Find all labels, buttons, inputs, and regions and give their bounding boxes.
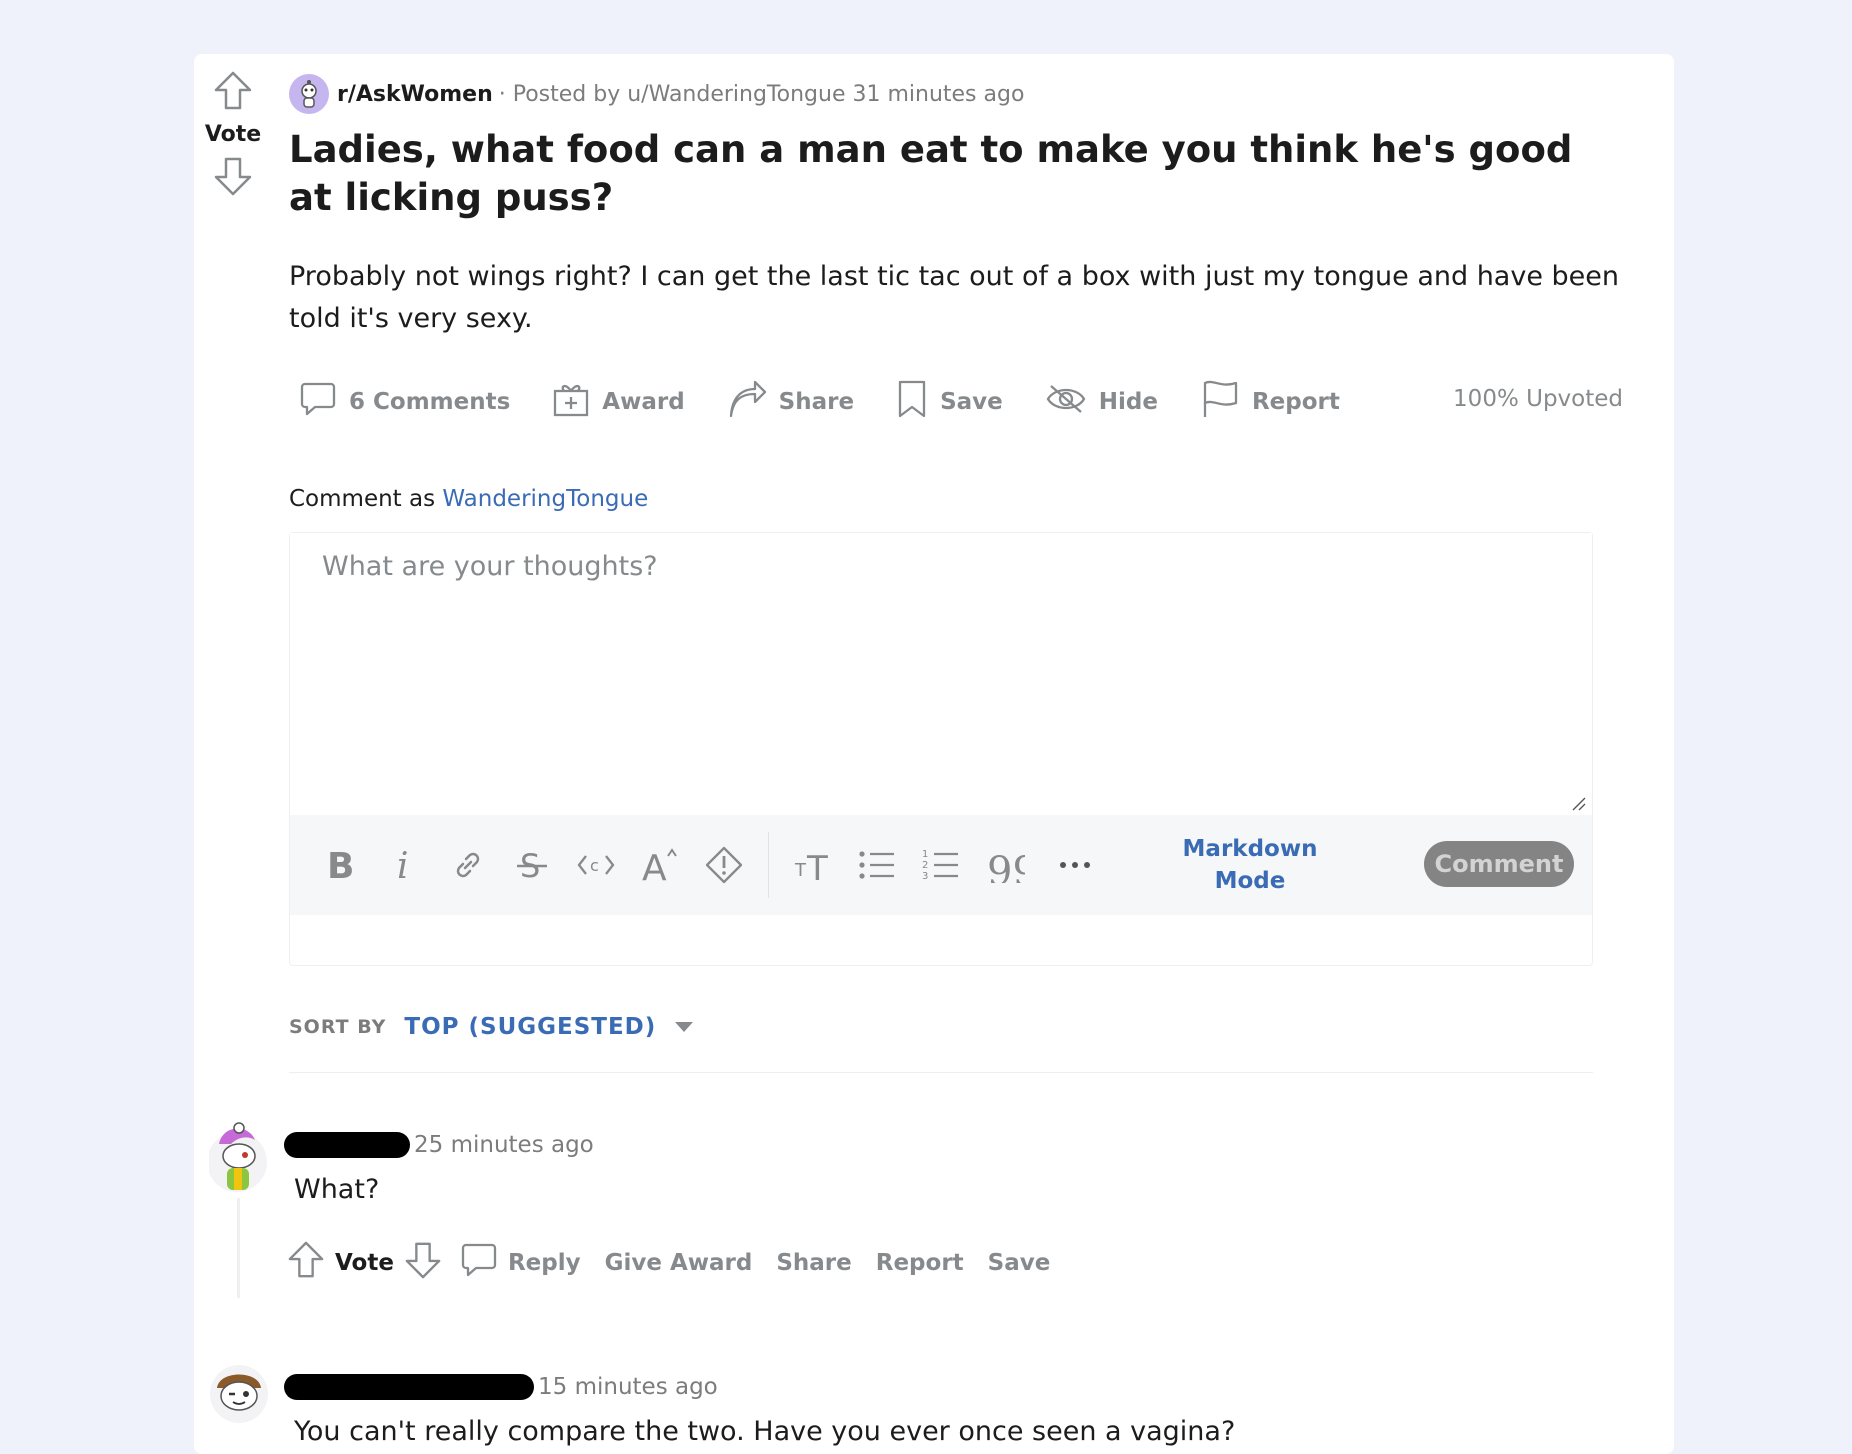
redacted-username bbox=[284, 1132, 410, 1158]
sort-label: SORT BY bbox=[289, 1016, 387, 1038]
bookmark-icon bbox=[896, 379, 940, 425]
spoiler-icon[interactable] bbox=[692, 833, 756, 897]
bulleted-list-icon[interactable] bbox=[845, 833, 909, 897]
downvote-icon[interactable] bbox=[404, 1240, 442, 1286]
editor-toolbar: B i S c A T T 1 2 3 9 Markdown Mode Comm… bbox=[290, 815, 1592, 915]
post-body: Probably not wings right? I can get the … bbox=[289, 261, 1620, 334]
italic-icon[interactable]: i bbox=[372, 833, 436, 897]
share-label: Share bbox=[778, 389, 855, 415]
quote-icon[interactable]: 99 bbox=[973, 833, 1037, 897]
svg-text:1: 1 bbox=[922, 849, 928, 860]
comment-icon[interactable] bbox=[460, 1241, 498, 1285]
vote-count: Vote bbox=[204, 122, 262, 147]
subreddit-link[interactable]: r/AskWomen bbox=[337, 82, 493, 107]
hide-label: Hide bbox=[1098, 389, 1158, 415]
upvote-icon[interactable] bbox=[287, 1240, 325, 1286]
share-button[interactable]: Share bbox=[717, 376, 864, 428]
strikethrough-icon[interactable]: S bbox=[500, 833, 564, 897]
svg-text:c: c bbox=[590, 856, 599, 875]
comment-save-button[interactable]: Save bbox=[988, 1250, 1051, 1276]
superscript-icon[interactable]: A bbox=[628, 833, 692, 897]
comments-label: 6 Comments bbox=[349, 389, 511, 415]
comment-share-button[interactable]: Share bbox=[776, 1250, 851, 1276]
comment-textarea[interactable] bbox=[290, 533, 1592, 813]
more-options-icon[interactable] bbox=[1043, 833, 1107, 897]
gift-icon bbox=[552, 380, 602, 424]
caret-down-icon[interactable] bbox=[674, 1018, 694, 1037]
heading-icon[interactable]: TT bbox=[781, 833, 845, 897]
svg-text:B: B bbox=[327, 848, 354, 882]
save-label: Save bbox=[940, 389, 1003, 415]
comment-submit-button[interactable]: Comment bbox=[1424, 841, 1574, 887]
comment-as-username[interactable]: WanderingTongue bbox=[442, 486, 648, 512]
markdown-mode-line1: Markdown bbox=[1182, 836, 1318, 862]
comment-vote-count: Vote bbox=[335, 1250, 394, 1276]
save-button[interactable]: Save bbox=[886, 376, 1013, 428]
link-icon[interactable] bbox=[436, 833, 500, 897]
comment-time: 15 minutes ago bbox=[538, 1374, 718, 1400]
comment-time: 25 minutes ago bbox=[414, 1132, 594, 1158]
comment-text: You can't really compare the two. Have y… bbox=[294, 1416, 1236, 1447]
award-button[interactable]: Award bbox=[542, 376, 694, 428]
comment-header: 25 minutes ago bbox=[284, 1128, 594, 1162]
svg-text:T: T bbox=[806, 849, 828, 884]
share-arrow-icon bbox=[727, 380, 779, 424]
svg-text:2: 2 bbox=[922, 860, 928, 871]
numbered-list-icon[interactable]: 123 bbox=[909, 833, 973, 897]
upvote-ratio: 100% Upvoted bbox=[1453, 386, 1623, 412]
toolbar-divider bbox=[768, 832, 769, 898]
comment-editor: B i S c A bbox=[289, 532, 1593, 966]
post-actions: 6 Comments Award Share Save Hide Report … bbox=[289, 372, 1649, 432]
post-title: Ladies, what food can a man eat to make … bbox=[289, 128, 1573, 219]
sort-control[interactable]: SORT BY TOP (SUGGESTED) bbox=[289, 1014, 694, 1040]
subreddit-avatar-icon[interactable] bbox=[289, 74, 329, 114]
comment-avatar[interactable] bbox=[207, 1122, 269, 1192]
thread-line[interactable] bbox=[237, 1198, 240, 1298]
comment-text: What? bbox=[294, 1174, 380, 1205]
comment-report-button[interactable]: Report bbox=[876, 1250, 964, 1276]
redacted-username bbox=[284, 1374, 534, 1400]
svg-text:A: A bbox=[642, 848, 667, 884]
downvote-icon[interactable] bbox=[213, 155, 253, 201]
comment-avatar[interactable] bbox=[209, 1364, 269, 1424]
posted-by: · Posted by u/WanderingTongue 31 minutes… bbox=[498, 81, 1025, 107]
report-button[interactable]: Report bbox=[1190, 376, 1350, 428]
reply-button[interactable]: Reply bbox=[508, 1250, 581, 1276]
comment-icon bbox=[299, 380, 349, 424]
flag-icon bbox=[1200, 379, 1252, 425]
hide-button[interactable]: Hide bbox=[1035, 376, 1168, 428]
resize-handle-icon[interactable] bbox=[1570, 795, 1586, 811]
upvote-icon[interactable] bbox=[213, 70, 253, 116]
comment-header: 15 minutes ago bbox=[284, 1370, 718, 1404]
post-card: Vote r/AskWomen · Posted by u/WanderingT… bbox=[194, 54, 1674, 1454]
inline-code-icon[interactable]: c bbox=[564, 833, 628, 897]
svg-text:T: T bbox=[794, 860, 807, 881]
vote-column: Vote bbox=[194, 70, 272, 201]
comment-as-label: Comment as bbox=[289, 486, 436, 512]
sort-divider bbox=[289, 1072, 1593, 1073]
give-award-button[interactable]: Give Award bbox=[605, 1250, 753, 1276]
eye-slash-icon bbox=[1045, 382, 1099, 422]
markdown-mode-line2: Mode bbox=[1214, 868, 1286, 894]
comment-as: Comment as WanderingTongue bbox=[289, 486, 648, 512]
svg-text:3: 3 bbox=[922, 871, 928, 882]
award-label: Award bbox=[602, 389, 685, 415]
bold-icon[interactable]: B bbox=[308, 833, 372, 897]
sort-value[interactable]: TOP (SUGGESTED) bbox=[404, 1014, 656, 1040]
svg-text:99: 99 bbox=[987, 849, 1025, 883]
markdown-mode-button[interactable]: Markdown Mode bbox=[1160, 833, 1340, 897]
comment-actions: Vote Reply Give Award Share Report Save bbox=[287, 1240, 1074, 1286]
comments-button[interactable]: 6 Comments bbox=[289, 376, 520, 428]
post-meta: r/AskWomen · Posted by u/WanderingTongue… bbox=[289, 72, 1024, 116]
report-label: Report bbox=[1251, 389, 1340, 415]
svg-text:i: i bbox=[397, 848, 409, 882]
